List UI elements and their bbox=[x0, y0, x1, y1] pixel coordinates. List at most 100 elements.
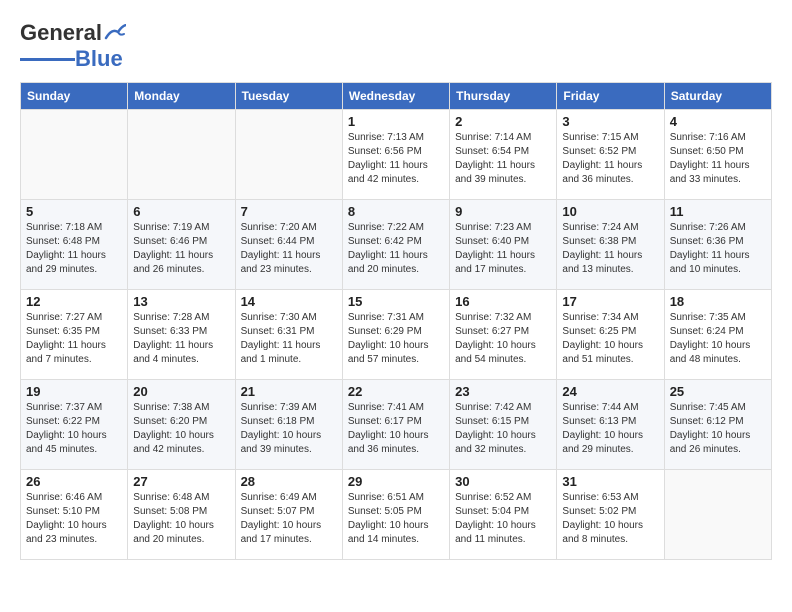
day-info: Sunrise: 7:26 AM Sunset: 6:36 PM Dayligh… bbox=[670, 221, 766, 277]
calendar-cell: 25 Sunrise: 7:45 AM Sunset: 6:12 PM Dayli… bbox=[664, 380, 771, 470]
calendar-week-row: 1 Sunrise: 7:13 AM Sunset: 6:56 PM Daylig… bbox=[21, 110, 772, 200]
calendar-cell: 24 Sunrise: 7:44 AM Sunset: 6:13 PM Dayli… bbox=[557, 380, 664, 470]
calendar-cell: 8 Sunrise: 7:22 AM Sunset: 6:42 PM Daylig… bbox=[342, 200, 449, 290]
day-number: 30 bbox=[455, 474, 551, 489]
calendar-cell: 12 Sunrise: 7:27 AM Sunset: 6:35 PM Dayli… bbox=[21, 290, 128, 380]
calendar-cell: 17 Sunrise: 7:34 AM Sunset: 6:25 PM Dayli… bbox=[557, 290, 664, 380]
calendar-cell: 15Sunrise: 7:31 AM Sunset: 6:29 PM Dayli… bbox=[342, 290, 449, 380]
calendar-cell: 3 Sunrise: 7:15 AM Sunset: 6:52 PM Daylig… bbox=[557, 110, 664, 200]
day-number: 19 bbox=[26, 384, 122, 399]
calendar-cell: 5 Sunrise: 7:18 AM Sunset: 6:48 PM Daylig… bbox=[21, 200, 128, 290]
calendar-cell: 6 Sunrise: 7:19 AM Sunset: 6:46 PM Daylig… bbox=[128, 200, 235, 290]
day-number: 9 bbox=[455, 204, 551, 219]
calendar-header-sunday: Sunday bbox=[21, 83, 128, 110]
day-number: 21 bbox=[241, 384, 337, 399]
day-info: Sunrise: 7:16 AM Sunset: 6:50 PM Dayligh… bbox=[670, 131, 766, 187]
day-number: 17 bbox=[562, 294, 658, 309]
calendar-header-row: SundayMondayTuesdayWednesdayThursdayFrid… bbox=[21, 83, 772, 110]
day-number: 20 bbox=[133, 384, 229, 399]
day-number: 12 bbox=[26, 294, 122, 309]
day-info: Sunrise: 7:27 AM Sunset: 6:35 PM Dayligh… bbox=[26, 311, 122, 367]
calendar-cell: 18 Sunrise: 7:35 AM Sunset: 6:24 PM Dayli… bbox=[664, 290, 771, 380]
day-number: 6 bbox=[133, 204, 229, 219]
day-info: Sunrise: 7:28 AM Sunset: 6:33 PM Dayligh… bbox=[133, 311, 229, 367]
calendar-week-row: 5 Sunrise: 7:18 AM Sunset: 6:48 PM Daylig… bbox=[21, 200, 772, 290]
calendar-table: SundayMondayTuesdayWednesdayThursdayFrid… bbox=[20, 82, 772, 560]
day-number: 31 bbox=[562, 474, 658, 489]
day-number: 25 bbox=[670, 384, 766, 399]
calendar-cell: 16Sunrise: 7:32 AM Sunset: 6:27 PM Dayli… bbox=[450, 290, 557, 380]
calendar-cell bbox=[235, 110, 342, 200]
day-info: Sunrise: 7:15 AM Sunset: 6:52 PM Dayligh… bbox=[562, 131, 658, 187]
calendar-cell: 20Sunrise: 7:38 AM Sunset: 6:20 PM Dayli… bbox=[128, 380, 235, 470]
calendar-cell: 22Sunrise: 7:41 AM Sunset: 6:17 PM Dayli… bbox=[342, 380, 449, 470]
day-info: Sunrise: 6:49 AM Sunset: 5:07 PM Dayligh… bbox=[241, 491, 337, 547]
calendar-cell: 1 Sunrise: 7:13 AM Sunset: 6:56 PM Daylig… bbox=[342, 110, 449, 200]
day-info: Sunrise: 7:22 AM Sunset: 6:42 PM Dayligh… bbox=[348, 221, 444, 277]
day-number: 1 bbox=[348, 114, 444, 129]
day-info: Sunrise: 7:24 AM Sunset: 6:38 PM Dayligh… bbox=[562, 221, 658, 277]
calendar-header-tuesday: Tuesday bbox=[235, 83, 342, 110]
day-number: 29 bbox=[348, 474, 444, 489]
day-number: 13 bbox=[133, 294, 229, 309]
day-info: Sunrise: 7:35 AM Sunset: 6:24 PM Dayligh… bbox=[670, 311, 766, 367]
logo-blue: Blue bbox=[75, 46, 123, 72]
day-number: 26 bbox=[26, 474, 122, 489]
day-number: 16 bbox=[455, 294, 551, 309]
calendar-cell: 7 Sunrise: 7:20 AM Sunset: 6:44 PM Daylig… bbox=[235, 200, 342, 290]
logo-general: General bbox=[20, 20, 102, 46]
day-number: 10 bbox=[562, 204, 658, 219]
calendar-cell: 2Sunrise: 7:14 AM Sunset: 6:54 PM Daylig… bbox=[450, 110, 557, 200]
day-number: 27 bbox=[133, 474, 229, 489]
day-info: Sunrise: 7:14 AM Sunset: 6:54 PM Dayligh… bbox=[455, 131, 551, 187]
day-number: 18 bbox=[670, 294, 766, 309]
calendar-cell: 31 Sunrise: 6:53 AM Sunset: 5:02 PM Dayli… bbox=[557, 470, 664, 560]
day-info: Sunrise: 6:52 AM Sunset: 5:04 PM Dayligh… bbox=[455, 491, 551, 547]
calendar-header-friday: Friday bbox=[557, 83, 664, 110]
day-number: 3 bbox=[562, 114, 658, 129]
day-info: Sunrise: 7:42 AM Sunset: 6:15 PM Dayligh… bbox=[455, 401, 551, 457]
day-number: 23 bbox=[455, 384, 551, 399]
calendar-cell: 4Sunrise: 7:16 AM Sunset: 6:50 PM Daylig… bbox=[664, 110, 771, 200]
day-number: 7 bbox=[241, 204, 337, 219]
day-info: Sunrise: 7:20 AM Sunset: 6:44 PM Dayligh… bbox=[241, 221, 337, 277]
day-info: Sunrise: 7:18 AM Sunset: 6:48 PM Dayligh… bbox=[26, 221, 122, 277]
calendar-cell: 10 Sunrise: 7:24 AM Sunset: 6:38 PM Dayli… bbox=[557, 200, 664, 290]
calendar-cell: 19 Sunrise: 7:37 AM Sunset: 6:22 PM Dayli… bbox=[21, 380, 128, 470]
calendar-cell: 14 Sunrise: 7:30 AM Sunset: 6:31 PM Dayli… bbox=[235, 290, 342, 380]
calendar-week-row: 12 Sunrise: 7:27 AM Sunset: 6:35 PM Dayli… bbox=[21, 290, 772, 380]
calendar-cell: 28 Sunrise: 6:49 AM Sunset: 5:07 PM Dayli… bbox=[235, 470, 342, 560]
day-number: 28 bbox=[241, 474, 337, 489]
calendar-cell bbox=[128, 110, 235, 200]
day-info: Sunrise: 7:13 AM Sunset: 6:56 PM Dayligh… bbox=[348, 131, 444, 187]
calendar-cell: 21 Sunrise: 7:39 AM Sunset: 6:18 PM Dayli… bbox=[235, 380, 342, 470]
calendar-cell: 23 Sunrise: 7:42 AM Sunset: 6:15 PM Dayli… bbox=[450, 380, 557, 470]
day-info: Sunrise: 7:34 AM Sunset: 6:25 PM Dayligh… bbox=[562, 311, 658, 367]
calendar-cell: 30 Sunrise: 6:52 AM Sunset: 5:04 PM Dayli… bbox=[450, 470, 557, 560]
day-number: 14 bbox=[241, 294, 337, 309]
day-number: 15 bbox=[348, 294, 444, 309]
day-info: Sunrise: 7:19 AM Sunset: 6:46 PM Dayligh… bbox=[133, 221, 229, 277]
day-info: Sunrise: 6:51 AM Sunset: 5:05 PM Dayligh… bbox=[348, 491, 444, 547]
day-info: Sunrise: 6:53 AM Sunset: 5:02 PM Dayligh… bbox=[562, 491, 658, 547]
day-info: Sunrise: 7:37 AM Sunset: 6:22 PM Dayligh… bbox=[26, 401, 122, 457]
calendar-cell: 27 Sunrise: 6:48 AM Sunset: 5:08 PM Dayli… bbox=[128, 470, 235, 560]
calendar-cell: 11 Sunrise: 7:26 AM Sunset: 6:36 PM Dayli… bbox=[664, 200, 771, 290]
day-number: 24 bbox=[562, 384, 658, 399]
day-number: 22 bbox=[348, 384, 444, 399]
calendar-cell: 29 Sunrise: 6:51 AM Sunset: 5:05 PM Dayli… bbox=[342, 470, 449, 560]
day-number: 5 bbox=[26, 204, 122, 219]
day-info: Sunrise: 6:48 AM Sunset: 5:08 PM Dayligh… bbox=[133, 491, 229, 547]
day-number: 11 bbox=[670, 204, 766, 219]
day-info: Sunrise: 7:23 AM Sunset: 6:40 PM Dayligh… bbox=[455, 221, 551, 277]
day-info: Sunrise: 7:44 AM Sunset: 6:13 PM Dayligh… bbox=[562, 401, 658, 457]
day-info: Sunrise: 7:45 AM Sunset: 6:12 PM Dayligh… bbox=[670, 401, 766, 457]
day-number: 8 bbox=[348, 204, 444, 219]
day-info: Sunrise: 7:39 AM Sunset: 6:18 PM Dayligh… bbox=[241, 401, 337, 457]
calendar-week-row: 26Sunrise: 6:46 AM Sunset: 5:10 PM Dayli… bbox=[21, 470, 772, 560]
day-info: Sunrise: 7:30 AM Sunset: 6:31 PM Dayligh… bbox=[241, 311, 337, 367]
calendar-cell bbox=[21, 110, 128, 200]
page-header: General Blue bbox=[20, 20, 772, 72]
calendar-header-saturday: Saturday bbox=[664, 83, 771, 110]
calendar-week-row: 19 Sunrise: 7:37 AM Sunset: 6:22 PM Dayli… bbox=[21, 380, 772, 470]
